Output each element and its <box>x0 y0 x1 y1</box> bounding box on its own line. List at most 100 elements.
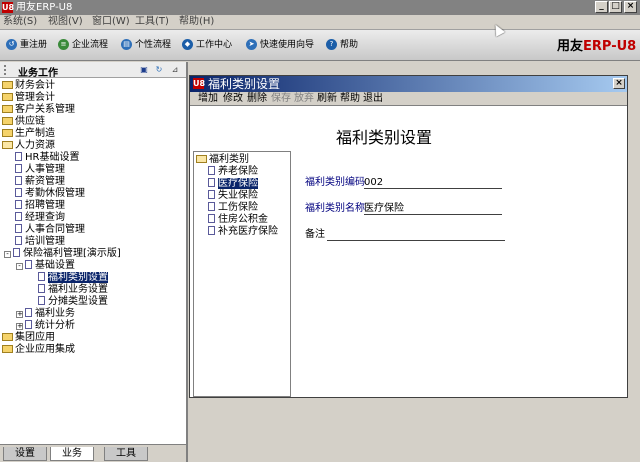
expand-icon[interactable]: + <box>16 311 23 318</box>
window-title: 用友ERP-U8 <box>16 2 73 13</box>
collapse-icon[interactable]: - <box>16 263 23 270</box>
menu-window[interactable]: 窗口(W) <box>92 16 130 28</box>
folder-icon <box>2 105 13 113</box>
tree-item-management-accounting[interactable]: 管理会计 <box>2 92 55 104</box>
menu-tools[interactable]: 工具(T) <box>135 16 169 28</box>
document-icon <box>15 200 22 209</box>
save-button[interactable]: 保存 <box>271 93 291 105</box>
business-nav-pane: 业务工作 ▣ ↻ ⊿ 财务会计 管理会计 客户关系管理 供应链 生产制造 人力资… <box>0 62 188 462</box>
folder-icon <box>2 345 13 353</box>
delete-button[interactable]: 删除 <box>247 93 267 105</box>
re-register-button[interactable]: ↺ 重注册 <box>6 38 47 52</box>
tree-item-payroll[interactable]: 薪资管理 <box>15 176 65 188</box>
tree-item-hr[interactable]: 人力资源 <box>2 140 55 152</box>
brand-logo: 用友ERP-U8 <box>557 39 637 54</box>
tree-item-enterprise-integration[interactable]: 企业应用集成 <box>2 344 75 356</box>
menu-system[interactable]: 系统(S) <box>3 16 37 28</box>
document-icon <box>208 166 215 175</box>
folder-icon <box>2 333 13 341</box>
document-icon <box>25 308 32 317</box>
tree-item-supply-chain[interactable]: 供应链 <box>2 116 45 128</box>
tree-item-basic-settings[interactable]: - 基础设置 <box>16 260 75 272</box>
tree-item-insurance-welfare[interactable]: - 保险福利管理[演示版] <box>4 248 121 260</box>
folder-open-icon <box>196 155 207 163</box>
menu-view[interactable]: 视图(V) <box>48 16 83 28</box>
save-layout-icon[interactable]: ▣ <box>139 65 149 75</box>
note-label: 备注 <box>305 229 325 240</box>
quick-guide-icon: ➤ <box>246 39 257 50</box>
form-heading: 福利类别设置 <box>336 128 433 147</box>
app-logo-icon: U8 <box>193 78 206 89</box>
menu-bar: 系统(S) 视图(V) 窗口(W) 工具(T) 帮助(H) <box>0 15 640 30</box>
tree-item-group-apps[interactable]: 集团应用 <box>2 332 55 344</box>
enterprise-flow-icon: ≡ <box>58 39 69 50</box>
refresh-button[interactable]: 刷新 <box>317 93 337 105</box>
tree-item-crm[interactable]: 客户关系管理 <box>2 104 75 116</box>
maximize-button[interactable]: □ <box>609 1 622 13</box>
add-button[interactable]: 增加 <box>198 93 218 105</box>
personal-flow-button[interactable]: ▤ 个性流程 <box>121 38 171 52</box>
quick-guide-button[interactable]: ➤ 快速使用向导 <box>246 38 314 52</box>
category-item[interactable]: 养老保险 <box>208 166 258 178</box>
category-item[interactable]: 工伤保险 <box>208 202 258 214</box>
work-center-button[interactable]: ◆ 工作中心 <box>182 38 232 52</box>
pin-icon[interactable]: ⊿ <box>170 65 180 75</box>
category-item[interactable]: 医疗保险 <box>208 178 258 190</box>
tab-business[interactable]: 业务 <box>50 447 94 461</box>
edit-button[interactable]: 修改 <box>223 93 243 105</box>
document-icon <box>15 176 22 185</box>
discard-button[interactable]: 放弃 <box>294 93 314 105</box>
tree-item-welfare-category-settings[interactable]: 福利类别设置 <box>38 272 108 284</box>
help-button[interactable]: ? 帮助 <box>326 38 360 52</box>
document-icon <box>208 178 215 187</box>
category-item[interactable]: 住房公积金 <box>208 214 268 226</box>
folder-icon <box>2 81 13 89</box>
note-field[interactable] <box>327 229 505 241</box>
category-name-field[interactable]: 医疗保险 <box>364 203 502 215</box>
category-item[interactable]: 失业保险 <box>208 190 258 202</box>
tree-item-manager-query[interactable]: 经理查询 <box>15 212 65 224</box>
collapse-icon[interactable]: - <box>4 251 11 258</box>
menu-help[interactable]: 帮助(H) <box>179 16 214 28</box>
main-toolbar: ↺ 重注册 ≡ 企业流程 ▤ 个性流程 ◆ 工作中心 ➤ 快速使用向导 ? 帮助… <box>0 30 640 61</box>
enterprise-flow-button[interactable]: ≡ 企业流程 <box>58 38 108 52</box>
document-icon <box>208 226 215 235</box>
tree-item-welfare-business[interactable]: + 福利业务 <box>16 308 75 320</box>
tree-item-hr-basic-settings[interactable]: HR基础设置 <box>15 152 79 164</box>
tree-item-statistics[interactable]: + 统计分析 <box>16 320 75 332</box>
exit-button[interactable]: 退出 <box>363 93 383 105</box>
tree-item-attendance[interactable]: 考勤休假管理 <box>15 188 85 200</box>
drag-grip-icon[interactable] <box>4 65 12 75</box>
tree-item-contracts[interactable]: 人事合同管理 <box>15 224 85 236</box>
tree-item-allocation-type-settings[interactable]: 分摊类型设置 <box>38 296 108 308</box>
child-close-button[interactable]: × <box>613 78 625 89</box>
tree-item-finance[interactable]: 财务会计 <box>2 80 55 92</box>
document-icon <box>25 260 32 269</box>
help-button[interactable]: 帮助 <box>340 93 360 105</box>
tree-item-training[interactable]: 培训管理 <box>15 236 65 248</box>
document-icon <box>15 188 22 197</box>
document-icon <box>208 214 215 223</box>
expand-icon[interactable]: + <box>16 323 23 330</box>
tree-item-manufacturing[interactable]: 生产制造 <box>2 128 55 140</box>
welfare-category-window: U8 福利类别设置 × 增加 修改 删除 保存 放弃 刷新 帮助 退出 福利类别… <box>189 75 628 398</box>
tab-settings[interactable]: 设置 <box>3 447 47 461</box>
nav-pane-tabs: 设置 业务 工具 <box>0 444 186 462</box>
tree-item-recruitment[interactable]: 招聘管理 <box>15 200 65 212</box>
category-item[interactable]: 补充医疗保险 <box>208 226 278 238</box>
business-tree: 财务会计 管理会计 客户关系管理 供应链 生产制造 人力资源 HR基础设置 人事… <box>0 78 186 444</box>
document-icon <box>15 236 22 245</box>
document-icon <box>15 164 22 173</box>
re-register-icon: ↺ <box>6 39 17 50</box>
close-button[interactable]: × <box>624 1 637 13</box>
tree-item-welfare-business-settings[interactable]: 福利业务设置 <box>38 284 108 296</box>
tab-tools[interactable]: 工具 <box>104 447 148 461</box>
nav-pane-title: 业务工作 <box>18 68 58 79</box>
category-root[interactable]: 福利类别 <box>196 154 249 166</box>
document-icon <box>208 202 215 211</box>
refresh-icon[interactable]: ↻ <box>154 65 164 75</box>
minimize-button[interactable]: _ <box>595 1 608 13</box>
child-title-bar: U8 福利类别设置 × <box>190 76 627 92</box>
tree-item-personnel[interactable]: 人事管理 <box>15 164 65 176</box>
category-code-field[interactable]: 002 <box>364 177 502 189</box>
